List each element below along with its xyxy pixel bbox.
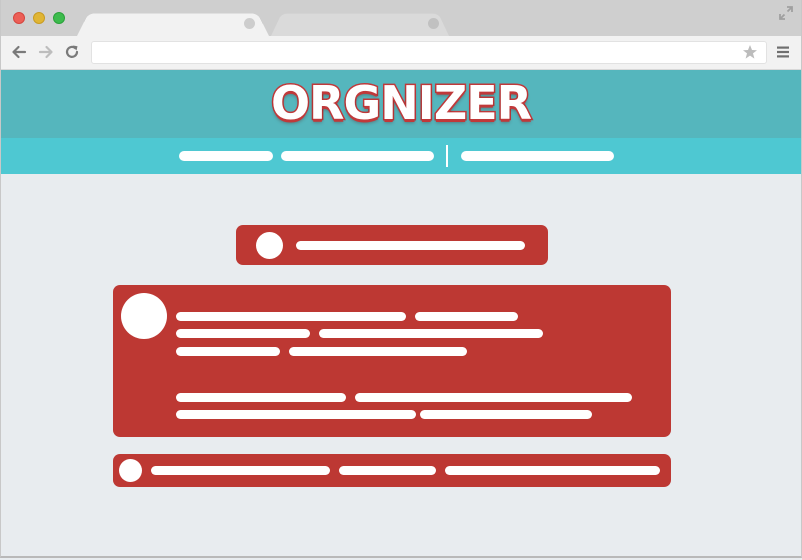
title-bar	[1, 0, 801, 36]
site-logo[interactable]: ORGNIZER	[1, 70, 801, 138]
tab-close-icon[interactable]	[428, 18, 439, 29]
tab-background	[77, 13, 269, 36]
text-placeholder-line	[176, 312, 406, 321]
reload-icon[interactable]	[63, 43, 81, 61]
nav-item-2[interactable]	[281, 151, 434, 161]
arrow-right-icon[interactable]	[37, 43, 55, 61]
content-card-small[interactable]	[236, 225, 548, 265]
text-placeholder-line	[176, 410, 416, 419]
content-card-row[interactable]	[113, 454, 671, 487]
content-card-post[interactable]	[113, 285, 671, 437]
window-minimize-button[interactable]	[33, 12, 45, 24]
window-maximize-button[interactable]	[53, 12, 65, 24]
avatar	[256, 232, 283, 259]
tab-close-icon[interactable]	[244, 18, 255, 29]
text-placeholder-line	[445, 466, 660, 475]
browser-tab-active[interactable]	[77, 10, 269, 36]
nav-item-3[interactable]	[461, 151, 614, 161]
text-placeholder-line	[420, 410, 592, 419]
text-placeholder-line	[151, 466, 330, 475]
browser-window: ORGNIZER	[0, 0, 802, 558]
text-placeholder-line	[176, 393, 346, 402]
browser-toolbar	[1, 36, 801, 70]
hamburger-menu-icon[interactable]	[776, 45, 790, 59]
expand-icon[interactable]	[779, 6, 793, 20]
avatar	[121, 293, 167, 339]
text-placeholder-line	[355, 393, 632, 402]
nav-item-1[interactable]	[179, 151, 273, 161]
arrow-left-icon[interactable]	[10, 43, 28, 61]
site-header: ORGNIZER	[1, 70, 801, 138]
text-placeholder-line	[296, 241, 525, 250]
text-placeholder-line	[176, 347, 280, 356]
site-nav	[1, 138, 801, 174]
tab-background	[271, 13, 449, 36]
address-bar-input[interactable]	[91, 41, 767, 64]
avatar	[119, 459, 142, 482]
browser-tab-inactive[interactable]	[271, 10, 449, 36]
window-close-button[interactable]	[13, 12, 25, 24]
text-placeholder-line	[339, 466, 436, 475]
nav-divider	[446, 145, 448, 167]
text-placeholder-line	[319, 329, 543, 338]
text-placeholder-line	[176, 329, 310, 338]
text-placeholder-line	[289, 347, 467, 356]
text-placeholder-line	[415, 312, 518, 321]
star-icon[interactable]	[742, 44, 758, 60]
